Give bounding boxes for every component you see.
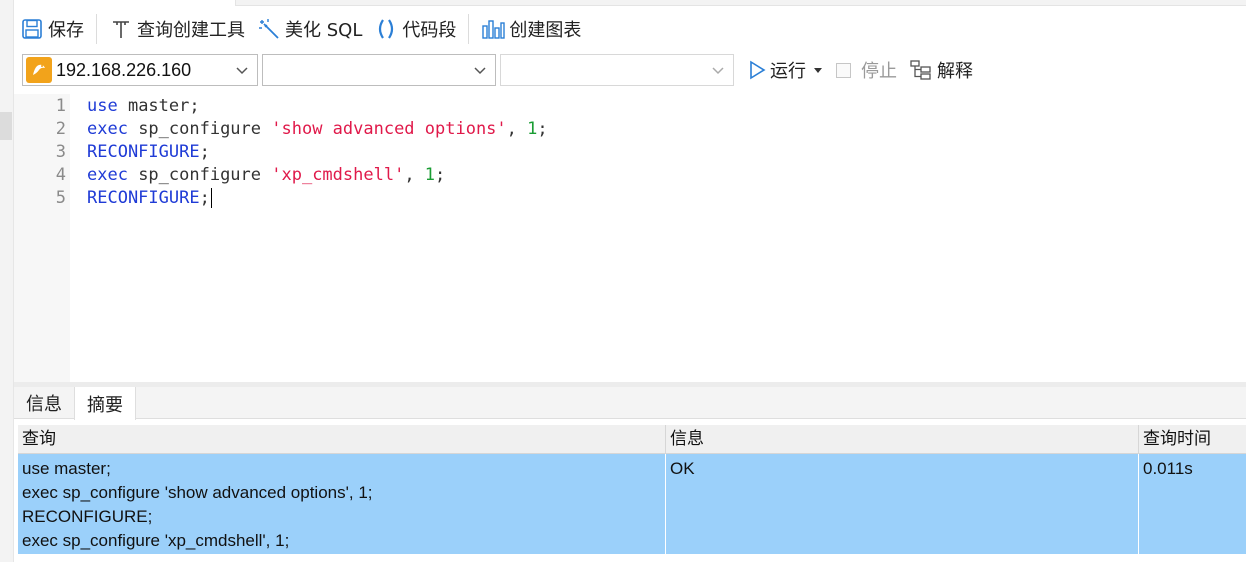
code-snippet-label: 代码段 [402,20,457,41]
code-line[interactable]: RECONFIGURE; [87,141,210,164]
code-line[interactable]: RECONFIGURE; [87,187,212,210]
code-line[interactable]: exec sp_configure 'xp_cmdshell', 1; [87,164,445,187]
sql-text: ; [537,119,548,139]
query-builder-label: 查询创建工具 [137,20,245,41]
code-line[interactable]: use master; [87,95,200,118]
parentheses-icon [374,17,398,41]
grid-header: 查询 信息 查询时间 [18,425,1246,454]
bar-chart-icon [481,17,506,41]
sql-editor[interactable]: 1 2 3 4 5 use master; exec sp_configure … [14,94,1246,382]
explain-plan-icon [910,60,931,80]
sql-text: master; [117,96,200,116]
column-header-time[interactable]: 查询时间 [1139,425,1246,454]
beautify-sql-button[interactable]: 美化 SQL [251,14,368,44]
sql-text: sp_configure [127,165,272,185]
save-button[interactable]: 保存 [14,14,90,44]
query-cell-line: exec sp_configure 'show advanced options… [22,483,373,502]
tab-strip [14,0,1246,6]
query-builder-icon [109,17,133,41]
column-header-query[interactable]: 查询 [18,425,666,454]
main-toolbar: 保存 查询创建工具 美化 SQL 代码段 创建图表 [14,10,1246,48]
table-row[interactable]: use master; exec sp_configure 'show adva… [18,454,1246,554]
message-text: OK [670,459,695,478]
connection-icon [26,57,52,83]
query-cell-line: exec sp_configure 'xp_cmdshell', 1; [22,531,290,550]
chevron-down-icon [236,67,248,75]
line-number-gutter: 1 2 3 4 5 [14,94,70,382]
sql-text: sp_configure [127,119,272,139]
message-cell[interactable]: OK [666,454,1139,554]
sql-keyword: RECONFIGURE [87,142,200,162]
sql-text: , [506,119,528,139]
query-cell[interactable]: use master; exec sp_configure 'show adva… [18,454,666,554]
query-cell-line: use master; [22,459,111,478]
line-number: 4 [55,165,66,185]
explain-button[interactable]: 解释 [909,55,973,85]
active-query-tab[interactable] [14,0,236,6]
sql-keyword: use [87,96,118,116]
sql-number: 1 [527,119,538,139]
save-label: 保存 [48,20,84,41]
code-line[interactable]: exec sp_configure 'show advanced options… [87,118,548,141]
run-button[interactable]: 运行 [748,55,822,85]
sql-text: ; [199,142,210,162]
sql-number: 1 [424,165,436,185]
text-cursor [210,188,212,208]
sql-text: ; [199,188,210,208]
code-snippet-button[interactable]: 代码段 [368,14,462,44]
tab-summary[interactable]: 摘要 [74,387,136,420]
create-chart-label: 创建图表 [509,20,582,41]
tab-info[interactable]: 信息 [14,387,74,419]
beautify-sql-label: 美化 SQL [285,20,363,41]
explain-label: 解释 [937,61,973,82]
run-dropdown-caret-icon[interactable] [814,67,822,73]
stop-button[interactable]: 停止 [836,55,897,85]
sql-keyword: RECONFIGURE [87,188,200,208]
toolbar-divider [96,14,97,44]
sql-text: , [404,165,425,185]
play-icon [750,60,766,80]
line-number: 2 [55,119,66,139]
sql-keyword: exec [87,165,128,185]
chevron-down-icon [712,67,724,75]
side-resize-handle[interactable] [0,112,12,140]
sql-text: ; [435,165,446,185]
result-grid: 查询 信息 查询时间 use master; exec sp_configure… [18,425,1246,555]
save-icon [20,17,44,41]
stop-icon [836,62,851,78]
sql-editor-window: 保存 查询创建工具 美化 SQL 代码段 创建图表 192.168.226.16… [0,0,1246,562]
magic-wand-icon [257,17,281,41]
query-cell-line: RECONFIGURE; [22,507,153,526]
toolbar-divider [468,14,470,44]
sql-keyword: exec [87,119,128,139]
connection-select[interactable]: 192.168.226.160 [22,54,258,86]
result-tabs: 信息 摘要 [14,387,1246,420]
connection-value: 192.168.226.160 [56,59,192,80]
line-number: 5 [55,188,66,208]
time-cell[interactable]: 0.011s [1139,454,1246,554]
connection-toolbar: 192.168.226.160 运行 停止 解释 [22,54,1246,86]
chevron-down-icon [474,67,486,75]
schema-select[interactable] [500,54,734,86]
create-chart-button[interactable]: 创建图表 [475,14,587,44]
database-select[interactable] [262,54,496,86]
line-number: 1 [55,96,66,116]
left-edge-panel [0,0,14,562]
column-header-message[interactable]: 信息 [666,425,1139,454]
time-text: 0.011s [1143,459,1193,478]
run-label: 运行 [770,61,806,82]
query-builder-button[interactable]: 查询创建工具 [103,14,251,44]
sql-string: 'show advanced options' [271,119,507,139]
sql-string: 'xp_cmdshell' [271,165,405,185]
line-number: 3 [55,142,66,162]
stop-label: 停止 [861,61,897,82]
